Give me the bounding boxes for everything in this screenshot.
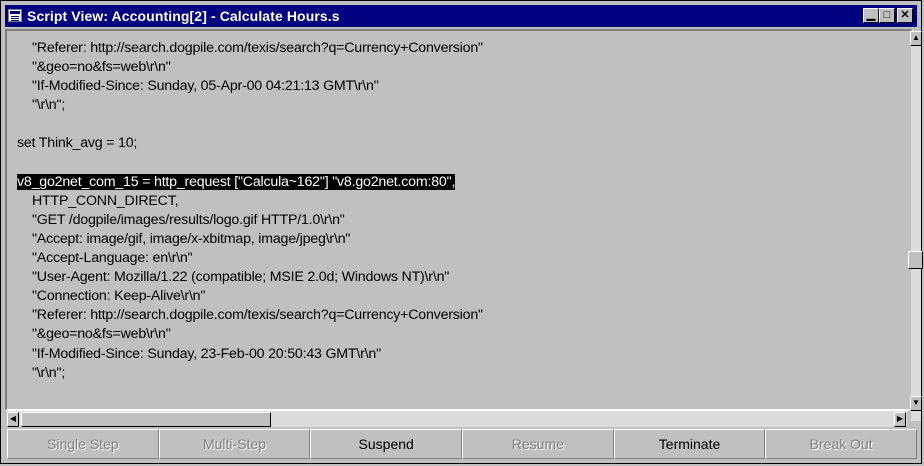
title-bar[interactable]: Script View: Accounting[2] - Calculate H… [5,5,917,27]
code-line: "Accept-Language: en\r\n" [17,250,193,267]
script-view-window: Script View: Accounting[2] - Calculate H… [0,0,923,464]
code-line: "Accept: image/gif, image/x-xbitmap, ima… [17,230,351,247]
scroll-down-button[interactable]: ▼ [910,396,922,411]
code-line: "\r\n"; [17,364,66,381]
suspend-button[interactable]: Suspend [310,429,463,459]
horizontal-scroll-thumb[interactable] [21,412,271,427]
code-line: "If-Modified-Since: Sunday, 05-Apr-00 04… [17,78,379,95]
scroll-left-button[interactable]: ◀ [7,412,19,427]
code-line: "User-Agent: Mozilla/1.22 (compatible; M… [17,269,450,286]
vertical-scroll-thumb[interactable] [908,251,923,269]
single-step-button[interactable]: Single Step [7,429,159,459]
close-button[interactable]: ✕ [897,8,913,23]
terminate-button[interactable]: Terminate [613,429,766,459]
code-line: "Referer: http://search.dogpile.com/texi… [17,40,483,56]
debug-toolbar: Single Step Multi-Step Suspend Resume Te… [7,429,918,459]
scroll-right-button[interactable]: ▶ [894,412,906,427]
script-editor[interactable]: "Referer: http://search.dogpile.com/texi… [5,29,913,411]
code-line: "If-Modified-Since: Sunday, 23-Feb-00 20… [17,345,381,362]
multi-step-button[interactable]: Multi-Step [158,429,311,459]
code-line: v8_go2net_com_15 = http_request ["Calcul… [17,173,483,192]
code-area[interactable]: "Referer: http://search.dogpile.com/texi… [17,39,483,383]
scroll-up-button[interactable]: ▲ [910,31,922,46]
code-line: "\r\n"; [17,97,66,114]
code-line: "GET /dogpile/images/results/logo.gif HT… [17,211,345,228]
code-line: "&geo=no&fs=web\r\n" [17,326,171,343]
code-line: "Referer: http://search.dogpile.com/texi… [17,307,483,324]
code-line: HTTP_CONN_DIRECT, [17,192,179,209]
resume-button[interactable]: Resume [462,429,614,459]
maximize-button[interactable]: □ [879,8,895,23]
code-line: set Think_avg = 10; [17,135,138,152]
script-window-icon [8,9,22,22]
break-out-button[interactable]: Break Out [765,429,918,459]
window-title: Script View: Accounting[2] - Calculate H… [27,8,340,24]
code-line: "Connection: Keep-Alive\r\n" [17,288,206,305]
minimize-button[interactable]: ▁ [863,8,879,23]
selected-code-text[interactable]: v8_go2net_com_15 = http_request ["Calcul… [17,173,455,190]
vertical-scrollbar[interactable] [911,31,921,421]
code-line: "&geo=no&fs=web\r\n" [17,59,171,76]
